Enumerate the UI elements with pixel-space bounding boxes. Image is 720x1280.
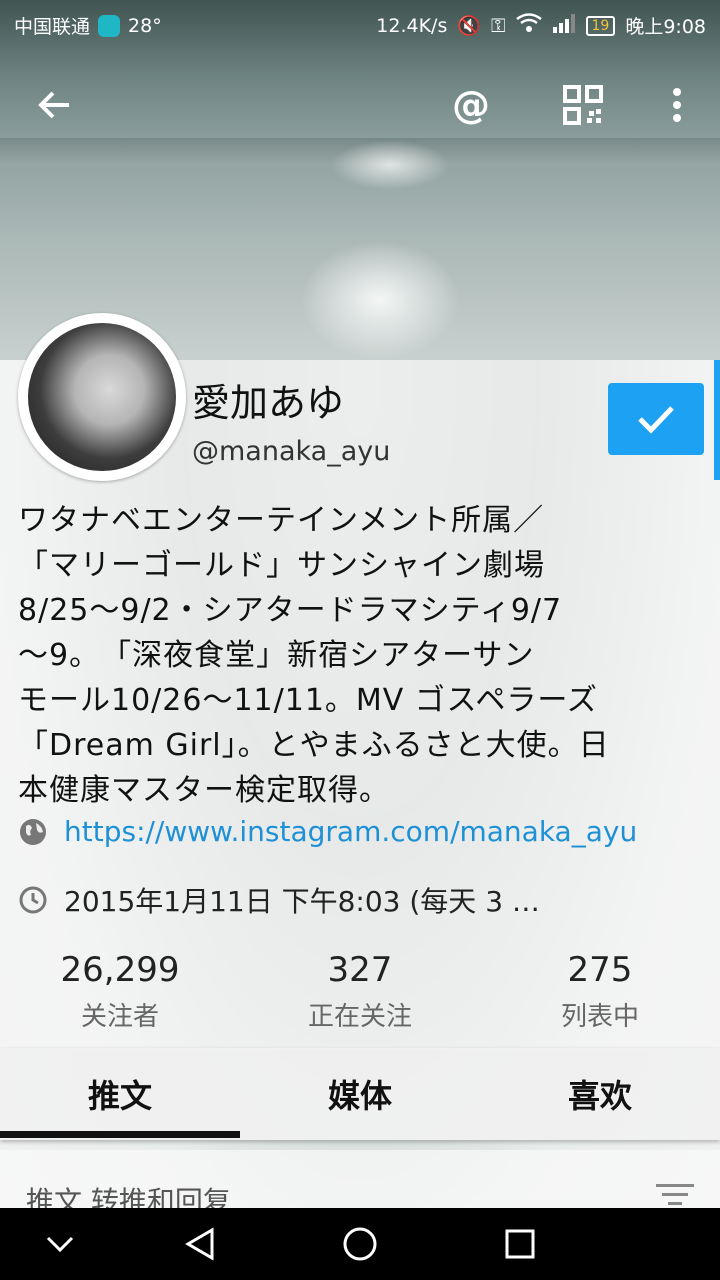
triangle-back-icon <box>185 1227 214 1261</box>
net-speed-label: 12.4K/s <box>376 14 448 37</box>
check-icon <box>638 406 674 434</box>
nav-collapse-button[interactable] <box>0 1208 120 1280</box>
nav-back-button[interactable] <box>140 1208 260 1280</box>
arrow-left-icon <box>38 91 69 119</box>
website-link[interactable]: https://www.instagram.com/manaka_ayu <box>64 815 637 848</box>
profile-banner <box>0 0 720 360</box>
time-label: 晚上9:08 <box>625 16 706 38</box>
avatar[interactable] <box>18 313 186 481</box>
followers-count: 26,299 <box>60 950 180 990</box>
listed-count: 275 <box>567 950 633 990</box>
followers-label: 关注者 <box>80 1002 159 1032</box>
profile-name: 愛加あゆ <box>192 381 345 425</box>
following-stat[interactable]: 327 正在关注 <box>240 950 480 1033</box>
following-count: 327 <box>327 950 393 990</box>
joined-row: 2015年1月11日 下午8:03 (每天 3 … <box>18 880 540 920</box>
clock-icon <box>19 886 47 914</box>
nav-home-button[interactable] <box>300 1208 420 1280</box>
status-bar: 中国联通 28° 12.4K/s 🔇 ⚿ 19 晚上9:08 <box>0 0 720 50</box>
battery-icon: 19 <box>585 15 616 36</box>
qr-code-icon <box>563 85 603 125</box>
website-row[interactable]: https://www.instagram.com/manaka_ayu <box>18 815 637 848</box>
tab-likes[interactable]: 喜欢 <box>480 1048 720 1140</box>
at-icon: @ <box>452 83 490 127</box>
more-vert-icon <box>673 88 681 122</box>
scroll-indicator[interactable] <box>714 360 720 480</box>
followers-stat[interactable]: 26,299 关注者 <box>0 950 240 1033</box>
wifi-icon <box>515 13 542 38</box>
app-bar: @ <box>0 60 720 150</box>
listed-stat[interactable]: 275 列表中 <box>480 950 720 1033</box>
system-navigation-bar <box>0 1208 720 1280</box>
mute-icon: 🔇 <box>457 15 482 37</box>
listed-label: 列表中 <box>560 1002 639 1032</box>
globe-icon <box>20 818 46 845</box>
profile-tabs: 推文 媒体 喜欢 <box>0 1048 720 1140</box>
profile-bio: ワタナベエンターテインメント所属／ 「マリーゴールド」サンシャイン劇場 8/25… <box>18 503 610 808</box>
avatar-photo <box>28 323 176 471</box>
chevron-down-icon <box>46 1236 74 1253</box>
square-recents-icon <box>505 1229 535 1259</box>
tab-media[interactable]: 媒体 <box>240 1048 480 1140</box>
circle-home-icon <box>343 1227 377 1261</box>
key-icon: ⚿ <box>491 14 506 37</box>
qr-code-button[interactable] <box>558 80 608 130</box>
filter-icon[interactable] <box>656 1182 694 1208</box>
following-button[interactable] <box>608 383 704 455</box>
active-tab-indicator <box>0 1131 240 1138</box>
banner-reflection <box>300 240 460 360</box>
carrier-label: 中国联通 <box>14 16 91 38</box>
temperature-label: 28° <box>128 14 162 37</box>
tweet-filter-bar[interactable]: 推文 转推和回复 <box>0 1150 720 1218</box>
back-button[interactable] <box>30 80 80 130</box>
tab-tweets[interactable]: 推文 <box>0 1048 240 1140</box>
nav-recents-button[interactable] <box>460 1208 580 1280</box>
signal-icon <box>552 13 576 38</box>
joined-date: 2015年1月11日 下午8:03 (每天 3 … <box>64 885 540 918</box>
profile-handle: @manaka_ayu <box>192 436 391 467</box>
profile-stats: 26,299 关注者 327 正在关注 275 列表中 <box>0 950 720 1040</box>
following-label: 正在关注 <box>307 1002 412 1032</box>
vpn-key-icon <box>98 14 121 37</box>
more-options-button[interactable] <box>652 80 702 130</box>
mention-button[interactable]: @ <box>446 80 496 130</box>
